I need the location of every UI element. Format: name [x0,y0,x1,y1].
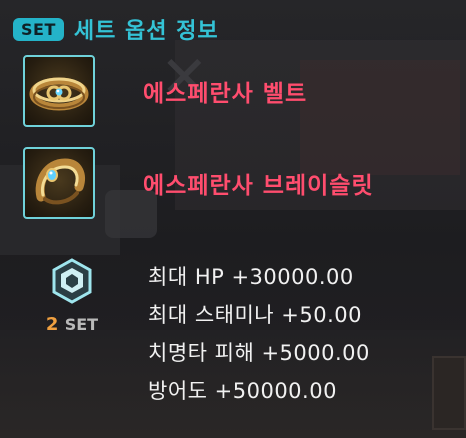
bracelet-icon[interactable] [23,147,95,219]
set-emblem-icon [52,258,92,304]
set-info-header: SET 세트 옵션 정보 [13,13,219,45]
item-name-bracelet: 에스페란사 브레이슬릿 [143,173,374,199]
item-name-belt: 에스페란사 벨트 [143,81,308,107]
set-info-title: 세트 옵션 정보 [73,19,219,44]
set-bonus-stats: 최대 HP +30000.00 최대 스태미나 +50.00 치명타 피해 +5… [148,258,370,410]
belt-icon[interactable] [23,55,95,127]
set-count-label: 2 SET [40,314,104,335]
set-count-number: 2 [45,314,59,335]
set-count-suffix: SET [64,315,99,334]
set-count-block: 2 SET [40,258,104,335]
set-item-bracelet[interactable]: 에스페란사 브레이슬릿 [23,147,374,219]
stat-line: 방어도 +50000.00 [148,379,337,403]
stat-line: 최대 스태미나 +50.00 [148,303,362,327]
stat-line: 치명타 피해 +5000.00 [148,341,370,365]
background-lantern [432,356,466,430]
set-item-belt[interactable]: 에스페란사 벨트 [23,55,307,127]
set-badge: SET [13,17,64,41]
stat-line: 최대 HP +30000.00 [148,265,354,289]
